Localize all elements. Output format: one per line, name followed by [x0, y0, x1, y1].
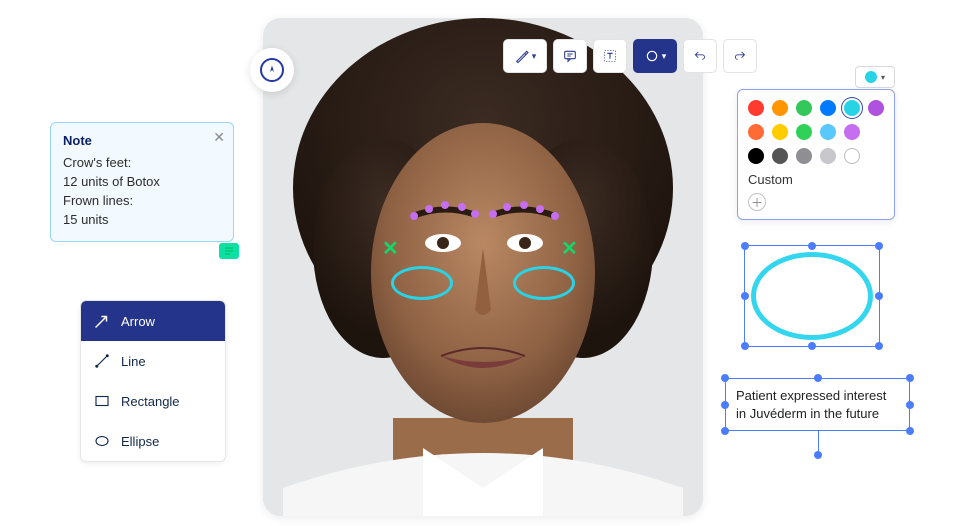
resize-handle[interactable]: [741, 292, 749, 300]
ellipse-stroke: [751, 252, 873, 340]
color-swatch[interactable]: [820, 100, 836, 116]
resize-handle[interactable]: [875, 342, 883, 350]
resize-handle[interactable]: [906, 401, 914, 409]
color-swatch[interactable]: [844, 148, 860, 164]
selected-ellipse-shape[interactable]: [744, 245, 880, 347]
color-swatch[interactable]: [748, 124, 764, 140]
color-picker-popover[interactable]: Custom ＋: [737, 89, 895, 220]
line-icon: [93, 352, 111, 370]
redo-button[interactable]: [723, 39, 757, 73]
shape-menu[interactable]: Arrow Line Rectangle Ellipse: [80, 300, 226, 462]
add-color-button[interactable]: ＋: [748, 193, 766, 211]
color-swatch[interactable]: [748, 148, 764, 164]
resize-handle[interactable]: [721, 427, 729, 435]
chevron-down-icon: ▾: [881, 73, 885, 82]
cheek-ellipse-annotation: [513, 266, 575, 300]
ellipse-icon: [93, 432, 111, 450]
patient-photo: [263, 18, 703, 516]
x-mark-annotation: ✕: [561, 236, 578, 261]
color-swatch[interactable]: [820, 124, 836, 140]
chevron-down-icon: ▾: [532, 51, 537, 62]
shape-item-arrow[interactable]: Arrow: [81, 301, 225, 341]
color-swatch[interactable]: [844, 100, 860, 116]
color-swatch[interactable]: [868, 100, 884, 116]
swatch-row: [748, 124, 884, 140]
color-swatch[interactable]: [772, 148, 788, 164]
pen-tool-button[interactable]: ▾: [503, 39, 547, 73]
resize-handle[interactable]: [741, 242, 749, 250]
custom-label: Custom: [748, 172, 884, 187]
resize-handle[interactable]: [741, 342, 749, 350]
resize-handle[interactable]: [875, 292, 883, 300]
image-canvas[interactable]: ✕ ✕: [263, 18, 703, 516]
color-dropdown-button[interactable]: ▾: [855, 66, 895, 88]
x-mark-annotation: ✕: [382, 236, 399, 261]
resize-handle[interactable]: [721, 401, 729, 409]
selected-color-swatch: [865, 71, 877, 83]
close-icon[interactable]: ✕: [213, 129, 225, 146]
color-swatch[interactable]: [796, 124, 812, 140]
shape-item-rectangle[interactable]: Rectangle: [81, 381, 225, 421]
color-swatch[interactable]: [844, 124, 860, 140]
note-title: Note: [63, 133, 221, 148]
resize-handle[interactable]: [875, 242, 883, 250]
selected-text-annotation[interactable]: Patient expressed interest in Juvéderm i…: [725, 378, 910, 431]
color-swatch[interactable]: [796, 100, 812, 116]
rectangle-icon: [93, 392, 111, 410]
color-swatch[interactable]: [820, 148, 836, 164]
color-swatch[interactable]: [796, 148, 812, 164]
note-tag-icon[interactable]: [219, 243, 239, 259]
undo-button[interactable]: [683, 39, 717, 73]
app-logo-badge: [250, 48, 294, 92]
resize-handle[interactable]: [906, 374, 914, 382]
note-card[interactable]: Note ✕ Crow's feet: 12 units of Botox Fr…: [50, 122, 234, 242]
shape-tool-button[interactable]: ▾: [633, 39, 677, 73]
color-swatch[interactable]: [772, 100, 788, 116]
shape-label: Line: [121, 354, 146, 369]
cheek-ellipse-annotation: [391, 266, 453, 300]
shape-label: Arrow: [121, 314, 155, 329]
resize-handle[interactable]: [808, 242, 816, 250]
resize-handle[interactable]: [814, 374, 822, 382]
swatch-row: [748, 148, 884, 164]
shape-label: Ellipse: [121, 434, 159, 449]
rotate-handle-stem: [818, 431, 819, 455]
text-tool-button[interactable]: [593, 39, 627, 73]
chevron-down-icon: ▾: [662, 51, 667, 62]
arrow-icon: [93, 312, 111, 330]
color-swatch[interactable]: [772, 124, 788, 140]
comment-tool-button[interactable]: [553, 39, 587, 73]
resize-handle[interactable]: [721, 374, 729, 382]
note-body: Crow's feet: 12 units of Botox Frown lin…: [63, 154, 221, 229]
swatch-row: [748, 100, 884, 116]
color-swatch[interactable]: [748, 100, 764, 116]
shape-label: Rectangle: [121, 394, 180, 409]
shape-item-ellipse[interactable]: Ellipse: [81, 421, 225, 461]
resize-handle[interactable]: [906, 427, 914, 435]
resize-handle[interactable]: [808, 342, 816, 350]
compass-icon: [260, 58, 284, 82]
annotation-toolbar: ▾ ▾: [503, 36, 757, 76]
shape-item-line[interactable]: Line: [81, 341, 225, 381]
text-annotation-content[interactable]: Patient expressed interest in Juvéderm i…: [725, 378, 910, 431]
